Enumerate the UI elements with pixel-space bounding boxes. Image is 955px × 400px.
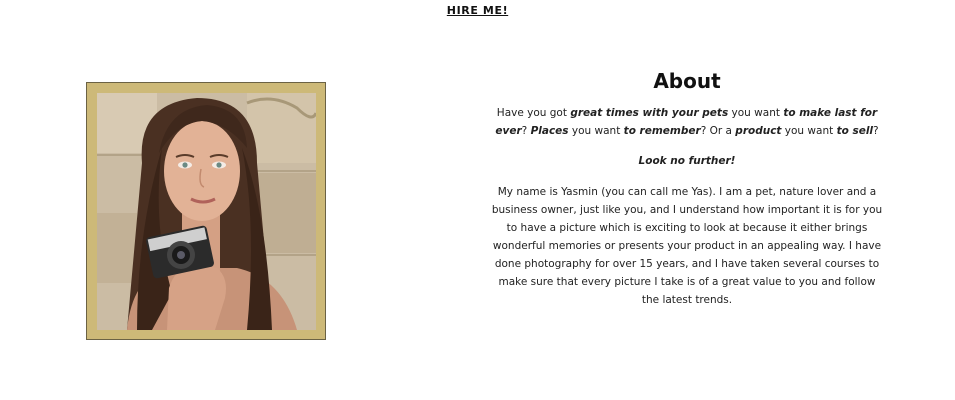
- intro-emphasis-4: to remember: [623, 125, 701, 137]
- intro-emphasis-1: great times with your pets: [570, 107, 729, 119]
- about-section: About Have you got great times with your…: [490, 66, 884, 309]
- intro-text-6: you want: [781, 125, 837, 137]
- portrait-photo: [97, 93, 316, 330]
- about-title: About: [653, 69, 721, 93]
- intro-emphasis-5: product: [735, 125, 782, 137]
- about-body: My name is Yasmin (you can call me Yas).…: [491, 186, 883, 306]
- intro-text-7: ?: [873, 125, 879, 137]
- about-intro: Have you got great times with your pets …: [490, 104, 884, 140]
- intro-emphasis-6: to sell: [836, 125, 874, 137]
- intro-text-3: ?: [521, 125, 531, 137]
- intro-emphasis-3: Places: [530, 125, 569, 137]
- photo-frame: [86, 82, 326, 340]
- hire-me-link[interactable]: HIRE ME!: [0, 4, 955, 17]
- intro-text-2: you want: [728, 107, 784, 119]
- intro-text-1: Have you got: [496, 107, 571, 119]
- intro-text-5: ? Or a: [700, 125, 736, 137]
- look-no-further: Look no further!: [638, 155, 736, 167]
- intro-text-4: you want: [568, 125, 624, 137]
